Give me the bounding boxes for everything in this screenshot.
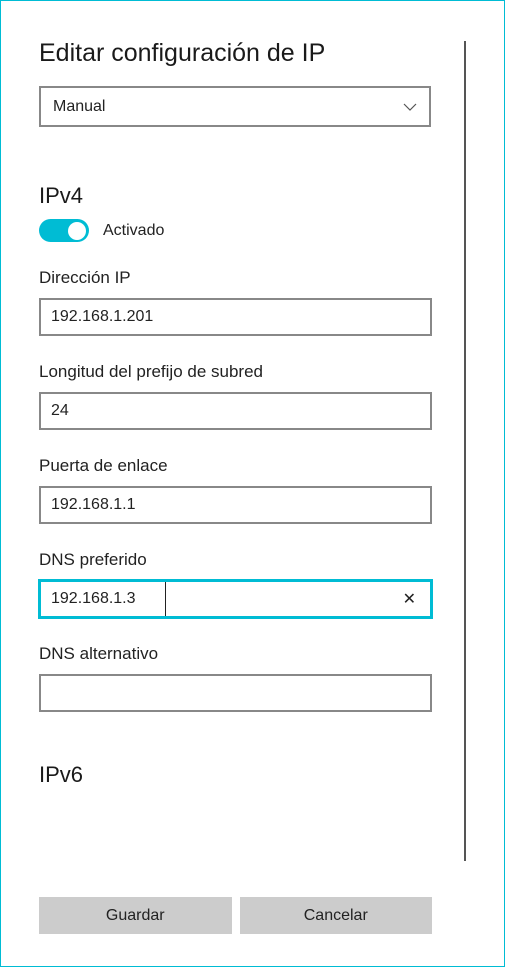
ip-address-input-box[interactable] — [39, 298, 432, 336]
dns-preferred-field: DNS preferido ✕ — [39, 550, 454, 618]
ip-address-input[interactable] — [51, 300, 420, 334]
toggle-knob — [68, 222, 86, 240]
cancel-button[interactable]: Cancelar — [240, 897, 433, 934]
subnet-prefix-input-box[interactable] — [39, 392, 432, 430]
gateway-label: Puerta de enlace — [39, 456, 454, 476]
chevron-down-icon — [403, 100, 417, 114]
ip-address-field: Dirección IP — [39, 268, 454, 336]
dns-preferred-input-box[interactable]: ✕ — [39, 580, 432, 618]
ipv6-heading: IPv6 — [39, 762, 454, 788]
subnet-prefix-label: Longitud del prefijo de subred — [39, 362, 454, 382]
ipv4-toggle[interactable] — [39, 219, 89, 242]
dialog-title: Editar configuración de IP — [39, 39, 454, 68]
dns-alternate-label: DNS alternativo — [39, 644, 454, 664]
gateway-input[interactable] — [51, 488, 420, 522]
dns-preferred-input[interactable] — [51, 582, 166, 616]
clear-icon[interactable]: ✕ — [399, 589, 420, 609]
ip-settings-dialog: Editar configuración de IP Manual IPv4 A… — [0, 0, 505, 967]
ipv4-toggle-label: Activado — [103, 222, 164, 240]
ipv4-toggle-row: Activado — [39, 219, 454, 242]
ipv4-heading: IPv4 — [39, 183, 454, 209]
dns-alternate-field: DNS alternativo — [39, 644, 454, 712]
gateway-field: Puerta de enlace — [39, 456, 454, 524]
button-row: Guardar Cancelar — [39, 897, 432, 934]
dns-alternate-input-box[interactable] — [39, 674, 432, 712]
scroll-area: Editar configuración de IP Manual IPv4 A… — [39, 39, 454, 866]
save-button[interactable]: Guardar — [39, 897, 232, 934]
mode-select[interactable]: Manual — [39, 86, 431, 127]
ip-address-label: Dirección IP — [39, 268, 454, 288]
subnet-prefix-field: Longitud del prefijo de subred — [39, 362, 454, 430]
dns-preferred-label: DNS preferido — [39, 550, 454, 570]
dns-alternate-input[interactable] — [51, 676, 420, 710]
subnet-prefix-input[interactable] — [51, 394, 420, 428]
scrollbar[interactable] — [464, 41, 466, 861]
gateway-input-box[interactable] — [39, 486, 432, 524]
mode-select-value: Manual — [53, 98, 105, 116]
